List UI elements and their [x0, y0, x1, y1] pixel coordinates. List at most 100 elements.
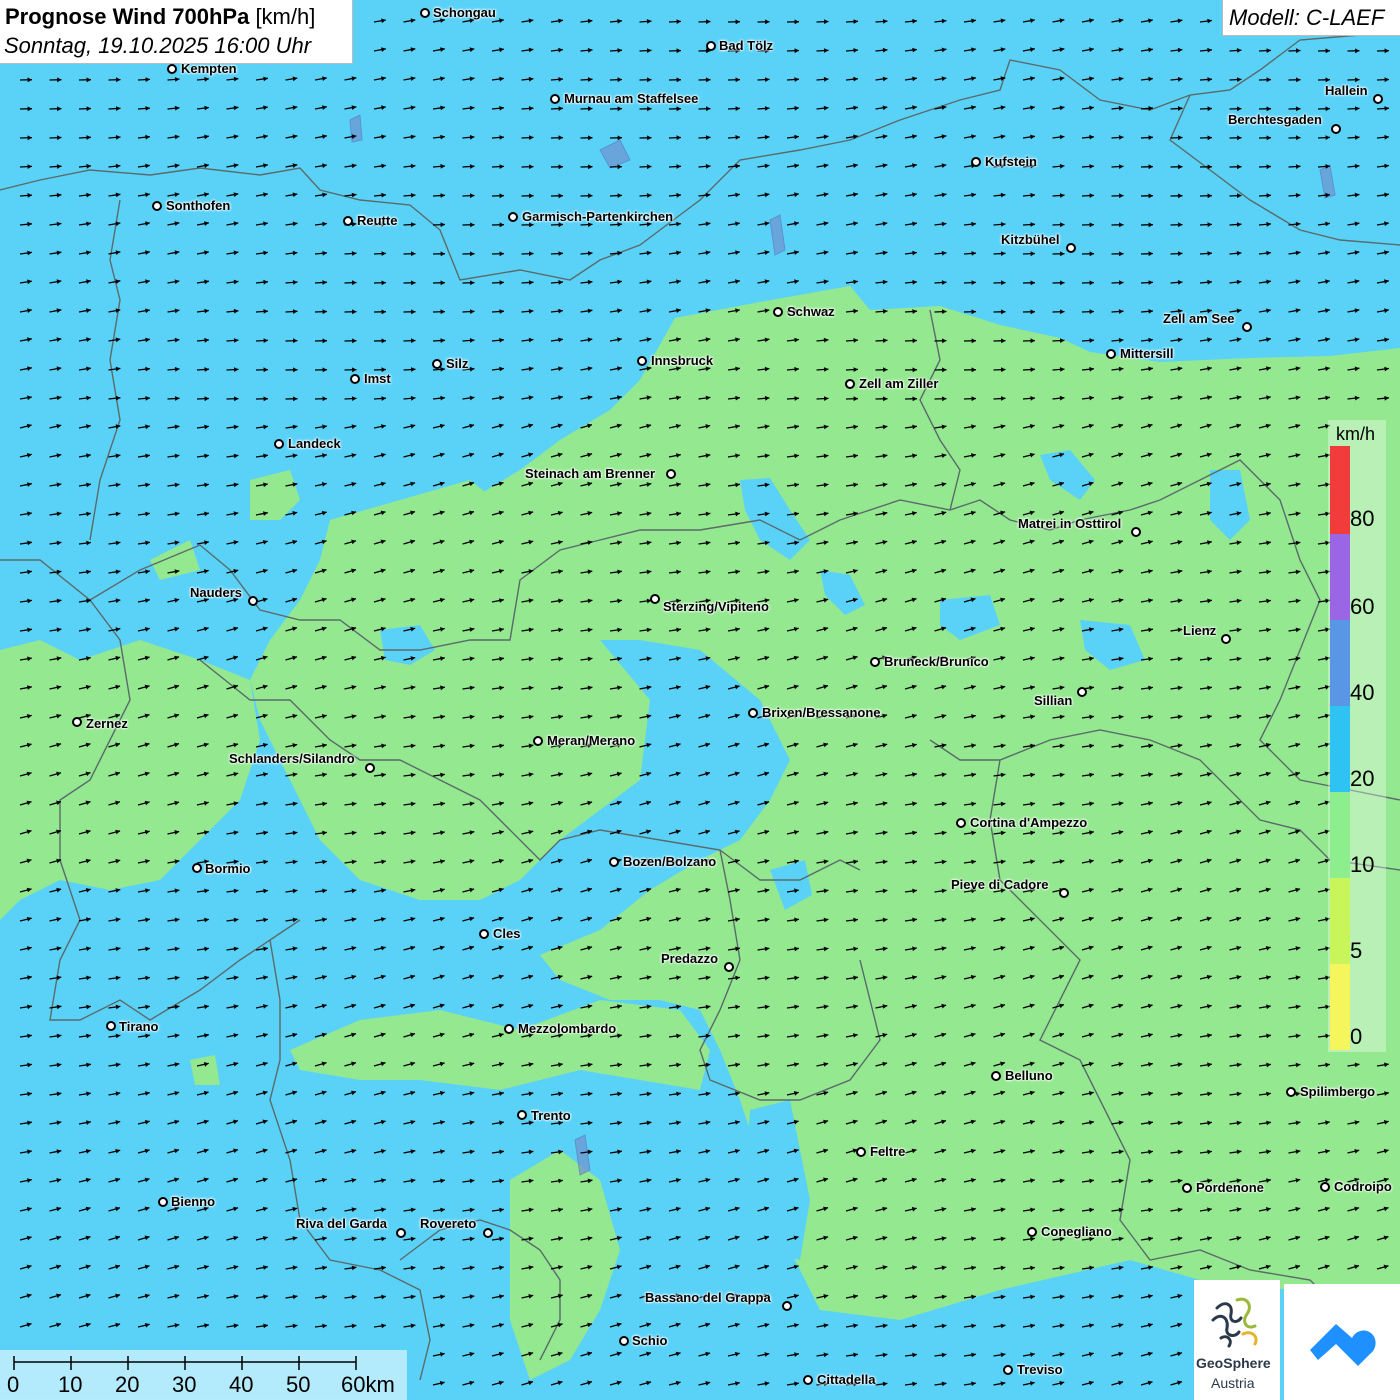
forecast-datetime: Sonntag, 19.10.2025 16:00 Uhr [4, 33, 312, 58]
city-label: Silz [446, 356, 469, 371]
city-marker [343, 216, 353, 226]
city-label: Matrei in Osttirol [1018, 516, 1122, 531]
city-marker [650, 594, 660, 604]
city-label: Garmisch-Partenkirchen [522, 209, 674, 224]
city-label: Kitzbühel [1001, 232, 1060, 247]
legend-label: 10 [1350, 852, 1375, 877]
city-marker [432, 359, 442, 369]
city-marker [748, 708, 758, 718]
city-marker [856, 1147, 866, 1157]
city-label: Pieve di Cadore [951, 877, 1049, 892]
city-label: Mezzolombardo [518, 1021, 617, 1036]
city-label: Bienno [171, 1194, 216, 1209]
city-label: Sterzing/Vipiteno [663, 599, 769, 614]
geosphere-logo-icon [1211, 1297, 1258, 1348]
city-marker [1331, 124, 1341, 134]
city-marker [550, 94, 560, 104]
scale-label: 60km [341, 1372, 395, 1397]
city-label: Cortina d'Ampezzo [970, 815, 1088, 830]
title-box: Prognose Wind 700hPa [km/h] Sonntag, 19.… [0, 0, 353, 64]
map-title: Prognose Wind 700hPa [km/h] [5, 4, 316, 29]
city-label: Schongau [433, 5, 496, 20]
city-marker [158, 1197, 168, 1207]
legend-swatch-0-5 [1330, 964, 1350, 1050]
city-marker [248, 596, 258, 606]
legend-swatch-20-40 [1330, 706, 1350, 792]
city-label: Codroipo [1334, 1179, 1392, 1194]
model-label: Modell: C-LAEF [1229, 5, 1385, 30]
city-marker [1003, 1365, 1013, 1375]
city-label: Conegliano [1041, 1224, 1112, 1239]
city-marker [609, 857, 619, 867]
legend-label: 0 [1350, 1024, 1363, 1049]
city-label: Bormio [205, 861, 251, 876]
legend-label: 40 [1350, 680, 1375, 705]
scale-label: 20 [115, 1372, 140, 1397]
city-label: Trento [531, 1108, 571, 1123]
city-label: Schio [632, 1333, 668, 1348]
city-marker [192, 863, 202, 873]
city-marker [274, 439, 284, 449]
city-marker [1221, 634, 1231, 644]
city-marker [1066, 243, 1076, 253]
city-label: Mittersill [1120, 346, 1174, 361]
city-marker [72, 717, 82, 727]
city-marker [724, 962, 734, 972]
legend-swatch-60-80 [1330, 534, 1350, 620]
city-label: Brixen/Bressanone [762, 705, 881, 720]
city-label: Lienz [1183, 623, 1217, 638]
legend-swatch-80-plus [1330, 446, 1350, 534]
city-marker [1059, 888, 1069, 898]
city-label: Feltre [870, 1144, 906, 1159]
city-marker [1106, 349, 1116, 359]
city-label: Reutte [357, 213, 398, 228]
city-label: Steinach am Brenner [525, 466, 656, 481]
city-label: Pordenone [1196, 1180, 1264, 1195]
city-marker [1077, 687, 1087, 697]
city-marker [706, 41, 716, 51]
legend-swatch-5-10 [1330, 878, 1350, 964]
legend-unit: km/h [1336, 424, 1376, 444]
city-marker [152, 201, 162, 211]
city-marker [1286, 1087, 1296, 1097]
scale-label: 10 [58, 1372, 83, 1397]
city-label: Riva del Garda [296, 1216, 388, 1231]
city-marker [803, 1375, 813, 1385]
city-label: Berchtesgaden [1228, 112, 1322, 127]
city-marker [420, 8, 430, 18]
city-marker [167, 64, 177, 74]
legend-label: 20 [1350, 766, 1375, 791]
city-label: Treviso [1017, 1362, 1063, 1377]
city-label: Zell am See [1163, 311, 1235, 326]
city-marker [396, 1228, 406, 1238]
city-label: Bruneck/Brunico [884, 654, 989, 669]
city-label: Innsbruck [651, 353, 714, 368]
city-label: Murnau am Staffelsee [564, 91, 699, 106]
city-label: Rovereto [420, 1216, 477, 1231]
scale-label: 30 [172, 1372, 197, 1397]
city-label: Meran/Merano [547, 733, 636, 748]
city-label: Schlanders/Silandro [229, 751, 355, 766]
city-marker [1242, 322, 1252, 332]
city-marker [1027, 1227, 1037, 1237]
legend-label: 5 [1350, 938, 1363, 963]
map-title-unit: [km/h] [255, 4, 316, 29]
legend-swatch-10-20 [1330, 792, 1350, 878]
city-marker [1373, 94, 1383, 104]
city-label: Cles [493, 926, 521, 941]
city-marker [504, 1024, 514, 1034]
city-marker [991, 1071, 1001, 1081]
geosphere-logo-text: GeoSphere [1196, 1355, 1271, 1371]
city-label: Zernez [86, 716, 128, 731]
city-label: Hallein [1325, 83, 1368, 98]
city-marker [845, 379, 855, 389]
city-label: Zell am Ziller [859, 376, 939, 391]
city-label: Landeck [288, 436, 341, 451]
city-label: Sillian [1034, 693, 1073, 708]
scale-label: 0 [7, 1372, 20, 1397]
legend-label: 60 [1350, 594, 1375, 619]
city-marker [350, 374, 360, 384]
city-label: Kempten [181, 61, 237, 76]
city-marker [533, 736, 543, 746]
geosphere-logo-subtext: Austria [1211, 1375, 1255, 1391]
